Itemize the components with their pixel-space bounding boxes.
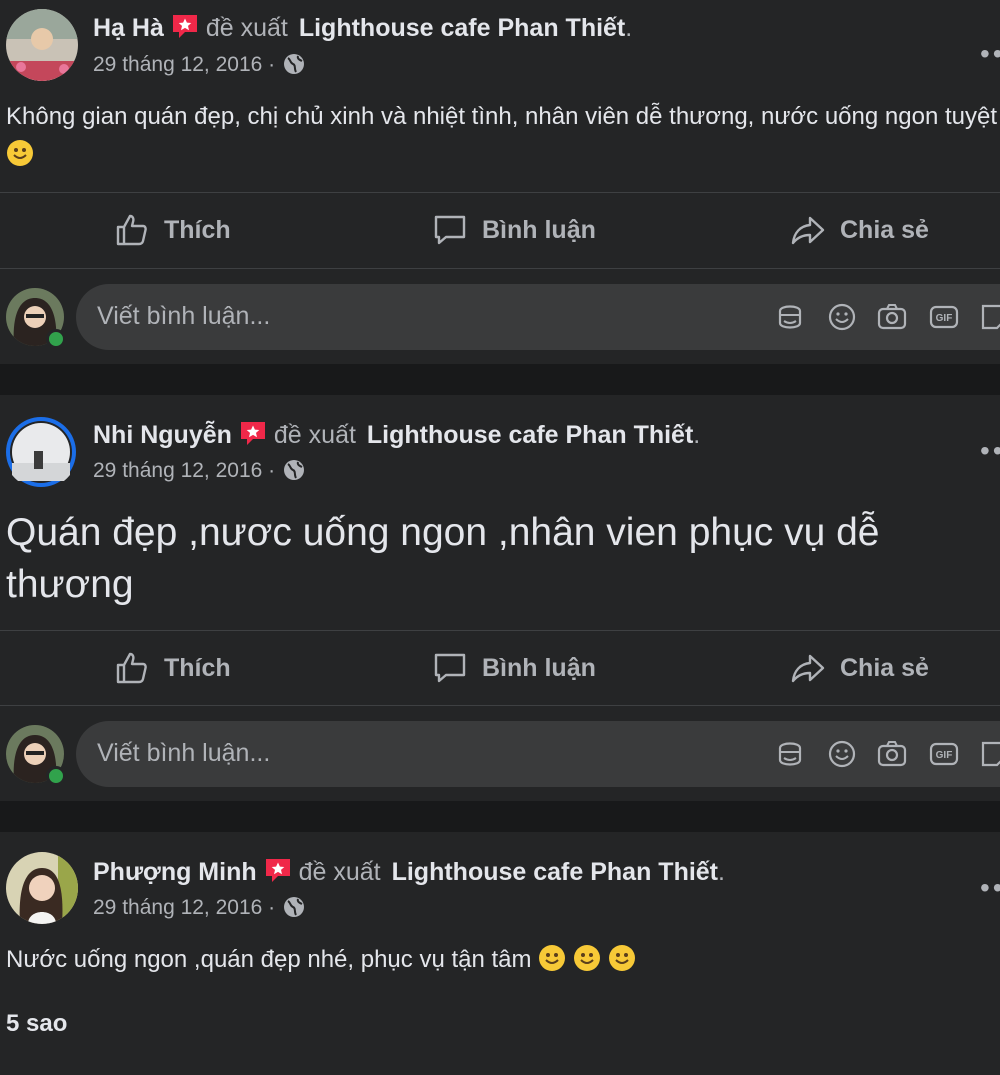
emoji-icon[interactable] (826, 738, 858, 770)
comment-placeholder: Viết bình luận... (97, 739, 271, 767)
recommends-label: đề xuất (273, 421, 356, 449)
sticker-icon[interactable] (978, 738, 1000, 770)
recommends-label: đề xuất (298, 858, 381, 886)
author-name[interactable]: Nhi Nguyễn (93, 421, 232, 449)
camera-icon[interactable] (876, 738, 908, 770)
post-header: Nhi Nguyễn đề xuất Lighthouse cafe Phan T… (0, 395, 1000, 487)
like-icon (116, 652, 147, 684)
review-post: Phượng Minh đề xuất Lighthouse cafe Phan … (0, 832, 1000, 1075)
smile-emoji-icon (608, 944, 636, 972)
share-button[interactable]: Chia sẻ (790, 194, 929, 266)
post-text: Nước uống ngon ,quán đẹp nhé, phục vụ tậ… (6, 942, 996, 978)
globe-icon (283, 896, 305, 918)
globe-icon (283, 53, 305, 75)
avatar[interactable] (4, 415, 78, 489)
gif-icon[interactable]: GIF (928, 738, 960, 770)
globe-icon (283, 459, 305, 481)
like-button[interactable]: Thích (114, 194, 231, 266)
share-icon (791, 654, 825, 683)
comment-input[interactable]: Viết bình luận... GIF (76, 721, 1000, 787)
gif-icon[interactable]: GIF (928, 301, 960, 333)
comment-icon (434, 653, 466, 683)
comment-icon (434, 215, 466, 245)
action-bar: Thích Bình luận Chia sẻ (0, 194, 1000, 266)
divider (0, 192, 1000, 193)
more-options-icon[interactable]: •• (980, 872, 1000, 904)
more-options-icon[interactable]: •• (980, 38, 1000, 70)
camera-icon[interactable] (876, 301, 908, 333)
post-date[interactable]: 29 tháng 12, 2016 · (93, 51, 305, 79)
recommends-label: đề xuất (205, 14, 288, 42)
recommend-star-icon (238, 419, 268, 447)
share-icon (791, 216, 825, 245)
post-date[interactable]: 29 tháng 12, 2016 · (93, 457, 305, 485)
more-options-icon[interactable]: •• (980, 435, 1000, 467)
avatar-sticker-icon[interactable] (774, 738, 806, 770)
review-post: Nhi Nguyễn đề xuất Lighthouse cafe Phan T… (0, 395, 1000, 801)
smile-emoji-icon (6, 139, 34, 167)
comment-composer: Viết bình luận... GIF (0, 284, 1000, 354)
online-status-dot (46, 329, 66, 349)
post-header: Phượng Minh đề xuất Lighthouse cafe Phan … (0, 832, 1000, 924)
comment-button[interactable]: Bình luận (432, 632, 596, 704)
avatar[interactable] (6, 9, 78, 81)
avatar-sticker-icon[interactable] (774, 301, 806, 333)
post-title-line: Hạ Hà đề xuất Lighthouse cafe Phan Thiết. (93, 12, 633, 42)
emoji-icon[interactable] (826, 301, 858, 333)
page-link[interactable]: Lighthouse cafe Phan Thiết (367, 421, 693, 449)
share-button[interactable]: Chia sẻ (790, 632, 929, 704)
post-date[interactable]: 29 tháng 12, 2016 · (93, 894, 305, 922)
post-text: Quán đẹp ,nươc uống ngon ,nhân vien phục… (6, 511, 880, 606)
post-title-line: Nhi Nguyễn đề xuất Lighthouse cafe Phan T… (93, 419, 701, 449)
avatar[interactable] (6, 852, 78, 924)
comment-button[interactable]: Bình luận (432, 194, 596, 266)
recommend-star-icon (263, 856, 293, 884)
recommend-star-icon (170, 12, 200, 40)
smile-emoji-icon (573, 944, 601, 972)
online-status-dot (46, 766, 66, 786)
like-button[interactable]: Thích (114, 632, 231, 704)
page-link[interactable]: Lighthouse cafe Phan Thiết (299, 14, 625, 42)
author-name[interactable]: Hạ Hà (93, 14, 164, 42)
svg-text:GIF: GIF (936, 750, 953, 761)
author-name[interactable]: Phượng Minh (93, 858, 257, 886)
review-post: Hạ Hà đề xuất Lighthouse cafe Phan Thiết.… (0, 0, 1000, 364)
post-title-line: Phượng Minh đề xuất Lighthouse cafe Phan … (93, 856, 725, 886)
post-text: Không gian quán đẹp, chị chủ xinh và nhi… (6, 98, 1000, 174)
comment-placeholder: Viết bình luận... (97, 302, 271, 330)
rating-text: 5 sao (6, 1010, 68, 1037)
svg-text:GIF: GIF (936, 313, 953, 324)
comment-composer: Viết bình luận... GIF (0, 721, 1000, 791)
page-link[interactable]: Lighthouse cafe Phan Thiết (392, 858, 718, 886)
comment-input[interactable]: Viết bình luận... GIF (76, 284, 1000, 350)
divider (0, 630, 1000, 631)
divider (0, 705, 1000, 706)
post-header: Hạ Hà đề xuất Lighthouse cafe Phan Thiết.… (0, 0, 1000, 90)
sticker-icon[interactable] (978, 301, 1000, 333)
like-icon (116, 214, 147, 246)
action-bar: Thích Bình luận Chia sẻ (0, 632, 1000, 704)
smile-emoji-icon (538, 944, 566, 972)
divider (0, 268, 1000, 269)
